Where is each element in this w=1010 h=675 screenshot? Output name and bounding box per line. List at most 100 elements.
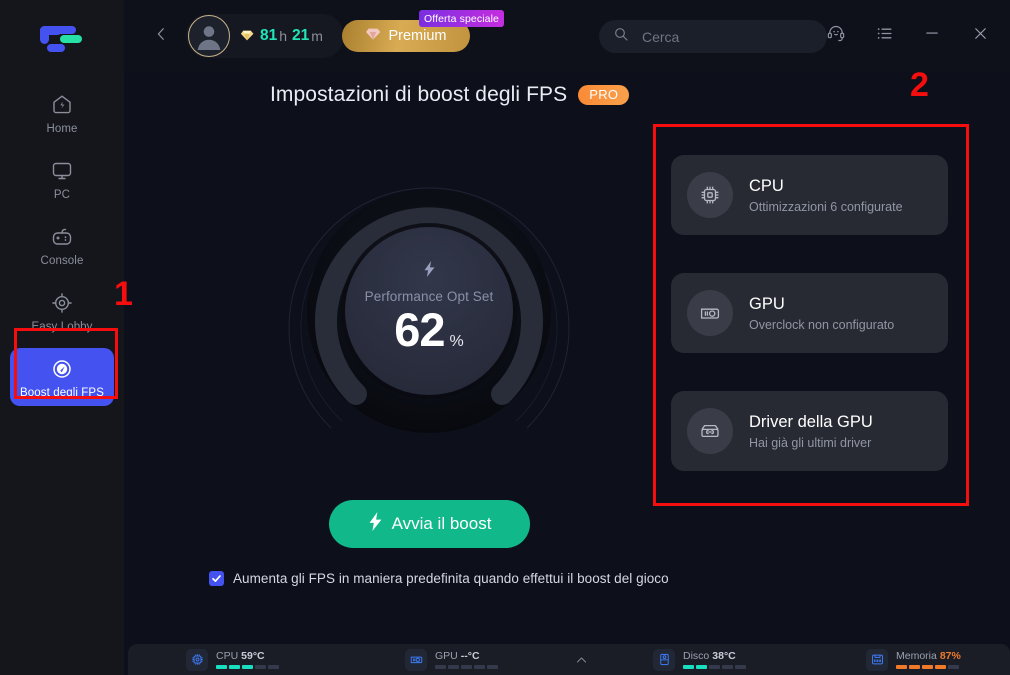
playtime-minutes-unit: m — [311, 28, 323, 44]
gauge-label: Performance Opt Set — [364, 289, 494, 304]
status-segments — [683, 665, 746, 669]
lightning-bolt-icon — [423, 261, 436, 280]
gpu-card-icon — [405, 648, 427, 671]
status-disk[interactable]: Disco 38°C — [653, 648, 746, 671]
status-value: 87% — [939, 650, 961, 662]
sidebar-item-easy-lobby[interactable]: Easy Lobby — [10, 282, 114, 340]
page-title: Impostazioni di boost degli FPS PRO — [270, 83, 630, 107]
app-logo — [0, 18, 124, 60]
sidebar-item-console[interactable]: Console — [10, 216, 114, 274]
status-name: CPU — [216, 650, 239, 662]
disk-icon — [653, 648, 675, 671]
status-body: CPU 59°C — [216, 650, 279, 669]
status-body: Disco 38°C — [683, 650, 746, 669]
user-time-pill[interactable]: 81 h 21 m — [186, 14, 344, 58]
sidebar-item-pc[interactable]: PC — [10, 150, 114, 208]
status-memory[interactable]: Memoria 87% — [866, 648, 961, 671]
topbar: 81 h 21 m Premium Offerta speciale — [124, 0, 1010, 72]
card-cpu[interactable]: CPU Ottimizzazioni 6 configurate — [671, 155, 948, 235]
card-text: CPU Ottimizzazioni 6 configurate — [749, 176, 903, 215]
search-input[interactable] — [640, 27, 794, 46]
playtime-minutes: 21 — [292, 27, 310, 44]
gauge-value: 62 % — [394, 306, 464, 353]
diamond-icon — [365, 27, 381, 45]
status-gpu[interactable]: GPU --°C — [405, 648, 498, 671]
status-body: Memoria 87% — [896, 650, 961, 669]
driver-box-icon — [687, 408, 733, 454]
avatar — [188, 15, 230, 57]
card-text: Driver della GPU Hai già gli ultimi driv… — [749, 412, 873, 451]
sidebar-item-label: PC — [53, 188, 71, 201]
playtime-text: 81 h 21 m — [240, 27, 328, 45]
lightning-bolt-icon — [368, 512, 383, 536]
default-boost-checkbox-row[interactable]: Aumenta gli FPS in maniera predefinita q… — [209, 571, 669, 586]
sidebar-item-label: Home — [46, 122, 78, 135]
status-name: Disco — [683, 650, 710, 662]
status-value: --°C — [460, 650, 480, 662]
card-text: GPU Overclock non configurato — [749, 294, 894, 333]
back-button[interactable] — [147, 22, 175, 50]
card-title: GPU — [749, 294, 785, 313]
gamepad-icon — [50, 224, 74, 250]
chevron-left-icon — [152, 25, 170, 48]
minimize-icon[interactable] — [920, 21, 944, 45]
sidebar-item-label: Console — [40, 254, 84, 267]
sidebar-item-label: Boost degli FPS — [20, 386, 104, 399]
playtime-hours-unit: h — [279, 28, 288, 44]
performance-gauge: Performance Opt Set 62 % — [246, 128, 612, 494]
status-label: GPU --°C — [435, 650, 498, 662]
sidebar-item-boost-fps[interactable]: Boost degli FPS — [10, 348, 114, 406]
sidebar-item-home[interactable]: Home — [10, 84, 114, 142]
card-title: Driver della GPU — [749, 412, 873, 431]
home-icon — [50, 92, 74, 118]
list-menu-icon[interactable] — [872, 21, 896, 45]
start-boost-button[interactable]: Avvia il boost — [329, 500, 530, 548]
annotation-number-2: 2 — [910, 66, 929, 104]
pro-badge: PRO — [578, 85, 630, 105]
page-title-text: Impostazioni di boost degli FPS — [270, 83, 568, 106]
gauge-value-number: 62 — [394, 303, 445, 356]
chevron-up-icon[interactable] — [571, 650, 591, 670]
status-segments — [435, 665, 498, 669]
monitor-icon — [50, 158, 74, 184]
gpu-card-icon — [687, 290, 733, 336]
special-offer-badge[interactable]: Offerta speciale — [419, 10, 504, 27]
sidebar-nav: Home PC Console Easy Lobby Boost degli F… — [0, 84, 124, 414]
status-value: 38°C — [712, 650, 736, 662]
premium-label: Premium — [388, 28, 447, 44]
cpu-chip-icon — [687, 172, 733, 218]
playtime-hours: 81 — [260, 27, 278, 44]
status-segments — [896, 665, 961, 669]
checkbox-checked-icon[interactable] — [209, 571, 224, 586]
speedometer-icon — [50, 356, 74, 382]
status-label: Disco 38°C — [683, 650, 746, 662]
status-body: GPU --°C — [435, 650, 498, 669]
search-icon — [613, 26, 629, 47]
sidebar-item-label: Easy Lobby — [31, 320, 93, 333]
card-subtitle: Hai già gli ultimi driver — [749, 436, 872, 451]
status-cpu[interactable]: CPU 59°C — [186, 648, 279, 671]
status-label: Memoria 87% — [896, 650, 961, 662]
default-boost-checkbox-label: Aumenta gli FPS in maniera predefinita q… — [233, 571, 669, 586]
start-boost-label: Avvia il boost — [391, 514, 492, 533]
cpu-chip-icon — [186, 648, 208, 671]
card-gpu-driver[interactable]: Driver della GPU Hai già gli ultimi driv… — [671, 391, 948, 471]
target-icon — [50, 290, 74, 316]
status-label: CPU 59°C — [216, 650, 279, 662]
app-window: Home PC Console Easy Lobby Boost degli F… — [0, 0, 1010, 675]
status-value: 59°C — [241, 650, 265, 662]
support-headset-icon[interactable] — [824, 21, 848, 45]
gauge-center: Performance Opt Set 62 % — [345, 227, 513, 395]
cards-panel: CPU Ottimizzazioni 6 configurate GPU Ove… — [671, 155, 948, 509]
card-gpu[interactable]: GPU Overclock non configurato — [671, 273, 948, 353]
status-name: GPU — [435, 650, 458, 662]
search-box[interactable] — [599, 20, 827, 53]
card-subtitle: Overclock non configurato — [749, 318, 895, 333]
memory-icon — [866, 648, 888, 671]
status-segments — [216, 665, 279, 669]
close-icon[interactable] — [968, 21, 992, 45]
gauge-value-unit: % — [449, 333, 464, 350]
status-name: Memoria — [896, 650, 937, 662]
card-subtitle: Ottimizzazioni 6 configurate — [749, 200, 903, 215]
window-controls — [824, 21, 992, 45]
